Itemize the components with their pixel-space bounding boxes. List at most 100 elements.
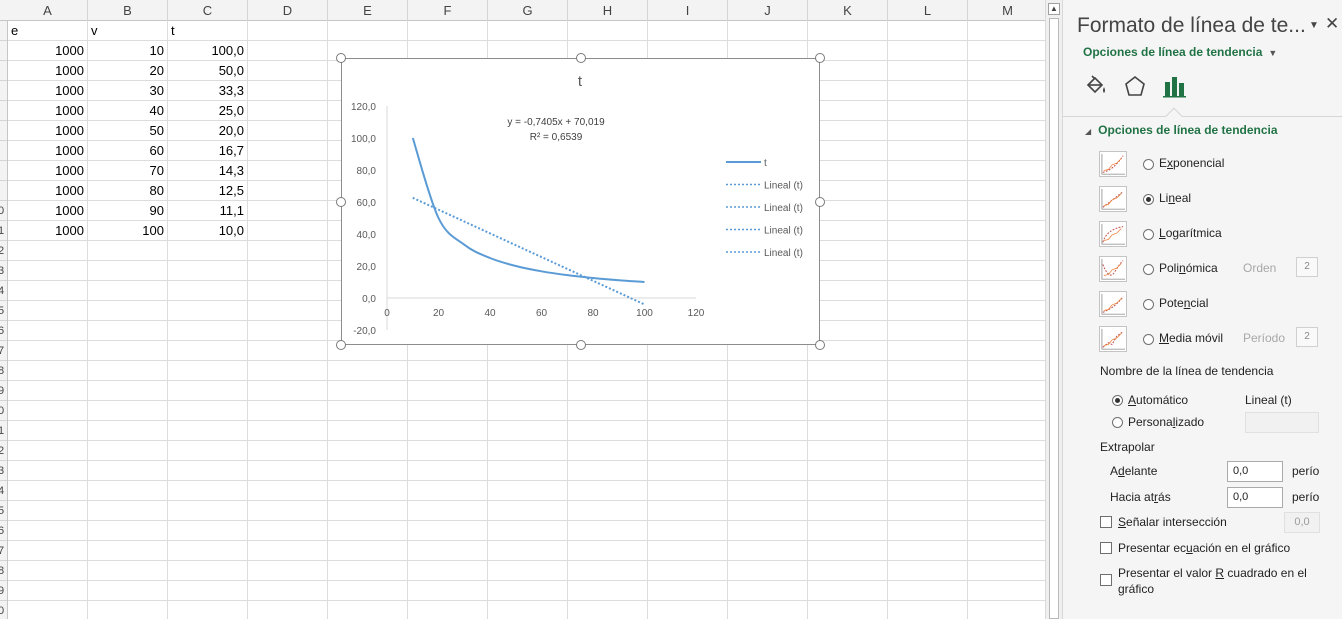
column-header[interactable]: H <box>568 0 648 21</box>
resize-handle[interactable] <box>575 340 586 350</box>
trend-type-thumbnail-icon[interactable] <box>1099 256 1127 282</box>
cell[interactable]: 80 <box>88 181 167 201</box>
cell[interactable]: 30 <box>88 81 167 101</box>
show-equation-label[interactable]: Presentar ecuación en el gráfico <box>1118 541 1290 555</box>
column-header[interactable]: L <box>888 0 968 21</box>
row-header[interactable]: 1 <box>0 421 7 441</box>
resize-handle[interactable] <box>336 340 346 350</box>
column-header[interactable]: G <box>488 0 568 21</box>
row-header[interactable] <box>0 161 7 181</box>
trend-type-row[interactable]: Polinómica Orden 2 <box>1099 256 1329 286</box>
section-trendline-options[interactable]: ◢ Opciones de línea de tendencia <box>1085 123 1278 137</box>
trend-type-label[interactable]: Exponencial <box>1159 156 1224 170</box>
trend-type-label[interactable]: Media móvil <box>1159 331 1223 345</box>
row-header[interactable] <box>0 21 7 41</box>
column-header[interactable]: E <box>328 0 408 21</box>
custom-name-label[interactable]: Personalizado <box>1128 415 1204 429</box>
column-header[interactable]: I <box>648 0 728 21</box>
row-header[interactable]: 7 <box>0 341 7 361</box>
trend-type-radio[interactable] <box>1143 194 1154 205</box>
column-header[interactable]: B <box>88 0 168 21</box>
trend-type-thumbnail-icon[interactable] <box>1099 326 1127 352</box>
row-header[interactable]: 2 <box>0 441 7 461</box>
row-header[interactable]: 5 <box>0 501 7 521</box>
trend-type-row[interactable]: Media móvil Período 2 <box>1099 326 1329 356</box>
resize-handle[interactable] <box>336 53 346 63</box>
row-header[interactable] <box>0 181 7 201</box>
cell[interactable]: 1000 <box>8 201 87 221</box>
trend-type-thumbnail-icon[interactable] <box>1099 186 1127 212</box>
cell[interactable]: 33,3 <box>168 81 247 101</box>
trend-type-thumbnail-icon[interactable] <box>1099 151 1127 177</box>
cell[interactable]: 60 <box>88 141 167 161</box>
paint-bucket-icon[interactable] <box>1083 74 1109 98</box>
auto-name-radio[interactable] <box>1112 395 1123 406</box>
row-header[interactable] <box>0 81 7 101</box>
cell[interactable]: 14,3 <box>168 161 247 181</box>
show-equation-checkbox[interactable] <box>1100 542 1112 554</box>
row-header[interactable]: 6 <box>0 321 7 341</box>
row-header[interactable]: 9 <box>0 581 7 601</box>
trend-type-label[interactable]: Polinómica <box>1159 261 1218 275</box>
row-header[interactable]: 5 <box>0 301 7 321</box>
cell[interactable]: 1000 <box>8 221 87 241</box>
cell[interactable]: 11,1 <box>168 201 247 221</box>
trend-type-label[interactable]: Potencial <box>1159 296 1208 310</box>
row-header[interactable]: 3 <box>0 461 7 481</box>
intercept-checkbox[interactable] <box>1100 516 1112 528</box>
cell[interactable]: 1000 <box>8 121 87 141</box>
row-header[interactable] <box>0 101 7 121</box>
cell[interactable]: 20 <box>88 61 167 81</box>
cell[interactable]: 1000 <box>8 141 87 161</box>
intercept-label[interactable]: Señalar intersección <box>1118 515 1227 529</box>
trend-type-radio[interactable] <box>1143 229 1154 240</box>
trend-type-row[interactable]: Exponencial <box>1099 151 1329 181</box>
cell[interactable]: 50,0 <box>168 61 247 81</box>
cell[interactable]: v <box>88 21 167 41</box>
row-header[interactable]: 0 <box>0 601 7 619</box>
bar-chart-icon[interactable] <box>1162 74 1188 98</box>
cell[interactable]: 1000 <box>8 81 87 101</box>
row-header[interactable]: 8 <box>0 561 7 581</box>
auto-name-label[interactable]: Automático <box>1128 393 1188 407</box>
custom-name-input[interactable] <box>1245 412 1319 433</box>
chevron-down-icon[interactable]: ▼ <box>1309 20 1319 31</box>
trend-type-radio[interactable] <box>1143 264 1154 275</box>
trend-type-radio[interactable] <box>1143 334 1154 345</box>
resize-handle[interactable] <box>815 196 825 207</box>
pentagon-icon[interactable] <box>1122 74 1148 98</box>
column-header[interactable]: C <box>168 0 248 21</box>
trend-type-radio[interactable] <box>1143 299 1154 310</box>
scrollbar-thumb[interactable] <box>1049 18 1059 619</box>
row-header[interactable] <box>0 141 7 161</box>
resize-handle[interactable] <box>336 196 346 207</box>
row-header[interactable]: 6 <box>0 521 7 541</box>
trend-type-row[interactable]: Logarítmica <box>1099 221 1329 251</box>
cell[interactable]: 1000 <box>8 41 87 61</box>
trend-type-thumbnail-icon[interactable] <box>1099 291 1127 317</box>
row-header[interactable]: 1 <box>0 221 7 241</box>
cell[interactable]: 12,5 <box>168 181 247 201</box>
resize-handle[interactable] <box>815 53 825 63</box>
show-r2-checkbox[interactable] <box>1100 574 1112 586</box>
column-header[interactable]: D <box>248 0 328 21</box>
trend-type-row[interactable]: Potencial <box>1099 291 1329 321</box>
cell[interactable]: 10 <box>88 41 167 61</box>
scroll-up-icon[interactable]: ▲ <box>1048 3 1060 15</box>
cell[interactable]: 1000 <box>8 161 87 181</box>
cell[interactable]: t <box>168 21 247 41</box>
row-header[interactable]: 2 <box>0 241 7 261</box>
column-header[interactable]: J <box>728 0 808 21</box>
row-header[interactable]: 0 <box>0 401 7 421</box>
trend-type-label[interactable]: Lineal <box>1159 191 1191 205</box>
trend-type-spinner[interactable]: 2 <box>1296 327 1318 347</box>
row-header[interactable]: 0 <box>0 201 7 221</box>
cell[interactable]: 25,0 <box>168 101 247 121</box>
row-header[interactable]: 4 <box>0 481 7 501</box>
column-header[interactable]: F <box>408 0 488 21</box>
cell[interactable]: 1000 <box>8 61 87 81</box>
row-header[interactable] <box>0 61 7 81</box>
worksheet[interactable]: ABCDEFGHIJKLM 012345678901234567890 evt1… <box>0 0 1045 619</box>
resize-handle[interactable] <box>815 340 825 350</box>
chart-object[interactable]: t 120,0 100,0 80,0 60,0 40,0 20,0 0,0 -20,0 0 20 40… <box>336 53 825 350</box>
